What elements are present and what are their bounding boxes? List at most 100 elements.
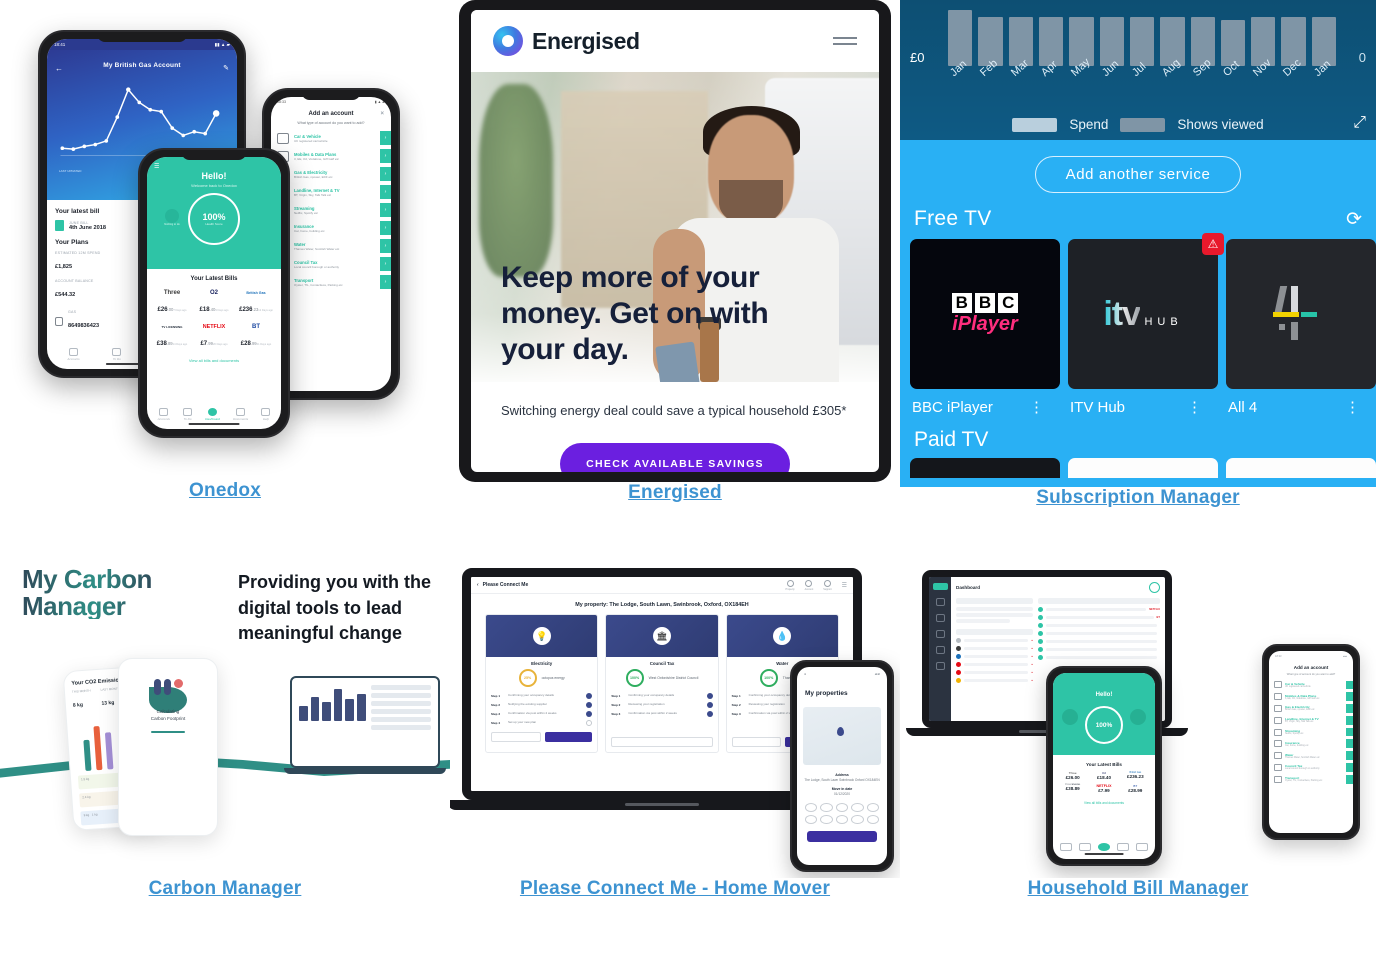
- service-tile-bbc-iplayer[interactable]: BBC iPlayer BBC iPlayer ⋮: [910, 239, 1060, 416]
- sidebar-icon-documents[interactable]: [935, 646, 945, 654]
- view-all-link[interactable]: View all bills and documents: [147, 358, 281, 363]
- nav-account[interactable]: Account: [805, 579, 813, 591]
- close-icon[interactable]: ×: [380, 111, 384, 117]
- utility-icon[interactable]: [835, 815, 849, 825]
- category-item[interactable]: Council Tax Local council borough or auth…: [1269, 761, 1353, 773]
- category-item-car[interactable]: Car & Vehicle UK registered car/vehicle ›: [271, 129, 391, 147]
- list-item[interactable]: ●: [956, 669, 1033, 675]
- list-item[interactable]: [1037, 623, 1160, 628]
- sidebar-icon-accounts[interactable]: [935, 614, 945, 622]
- utility-icon[interactable]: [820, 815, 833, 825]
- tab-documents[interactable]: Documents: [233, 408, 248, 421]
- edit-icon[interactable]: ✎: [223, 64, 229, 72]
- more-on-bill-button[interactable]: [491, 731, 541, 742]
- tab-accounts[interactable]: Accounts: [67, 348, 80, 361]
- chevron-right-icon[interactable]: [1346, 680, 1353, 690]
- product-link-household-bill-manager[interactable]: Household Bill Manager: [1028, 878, 1249, 899]
- product-link-please-connect-me[interactable]: Please Connect Me - Home Mover: [520, 878, 830, 899]
- category-item[interactable]: Mobiles & Data Plans 3, EE, O2, Vodafone,…: [1269, 691, 1353, 703]
- carbon-manager-thumbnail[interactable]: My Carbon Manager Providing you with the…: [0, 548, 450, 878]
- chevron-right-icon[interactable]: ›: [380, 185, 391, 199]
- list-item[interactable]: ●: [956, 645, 1033, 651]
- back-arrow-icon[interactable]: ‹: [477, 582, 479, 588]
- service-card-electricity[interactable]: 💡 Electricity 25% octopus energy Step 1 C…: [485, 614, 599, 753]
- add-another-service-button[interactable]: Add another service: [1034, 156, 1242, 193]
- tab-help[interactable]: [1135, 843, 1148, 851]
- more-on-bill-button[interactable]: [611, 736, 713, 747]
- kebab-menu-icon[interactable]: ⋮: [1187, 398, 1204, 416]
- back-arrow-icon[interactable]: ←: [55, 64, 63, 73]
- bill-tile[interactable]: BT £28.9921 Days ago: [236, 321, 276, 350]
- tab-accounts[interactable]: [1060, 843, 1073, 851]
- list-item[interactable]: ●: [956, 677, 1033, 683]
- product-link-onedox[interactable]: Onedox: [189, 480, 261, 501]
- list-item[interactable]: [1037, 647, 1160, 652]
- kebab-menu-icon[interactable]: ⋮: [1029, 398, 1046, 416]
- chevron-right-icon[interactable]: [1346, 751, 1353, 760]
- chevron-right-icon[interactable]: ›: [380, 221, 391, 235]
- onedox-thumbnail[interactable]: 18:41 ▮▮ ▲ ▰ ← ✎ My British Gas Account: [0, 0, 450, 480]
- list-item[interactable]: ●: [956, 661, 1033, 667]
- bill-tile[interactable]: British Gas £236.23: [1121, 771, 1150, 780]
- chevron-right-icon[interactable]: [1346, 774, 1353, 784]
- product-link-subscription-manager[interactable]: Subscription Manager: [1036, 487, 1240, 508]
- service-tile-placeholder[interactable]: [1068, 458, 1218, 478]
- tab-dashboard[interactable]: Dashboard: [205, 408, 220, 421]
- category-item[interactable]: Insurance Car, home, building etc: [1269, 738, 1353, 750]
- hamburger-menu-icon[interactable]: ☰: [154, 163, 159, 170]
- category-item-mobiles[interactable]: Mobiles & Data Plans 3, EE, O2, Vodafone,…: [271, 147, 391, 165]
- bill-tile[interactable]: TV LICENSING £38.8914 Days ago: [152, 321, 192, 350]
- utility-icon[interactable]: [805, 803, 818, 813]
- more-on-bill-button[interactable]: [731, 736, 782, 747]
- energised-thumbnail[interactable]: Energised Keep more of your money. Get o…: [450, 0, 900, 482]
- service-tile-itv-hub[interactable]: ⚠ itv HUB ITV Hub ⋮: [1068, 233, 1224, 416]
- chevron-right-icon[interactable]: ›: [380, 275, 391, 289]
- bill-tile[interactable]: Three £26.00: [1058, 771, 1087, 780]
- chevron-right-icon[interactable]: [1346, 739, 1353, 749]
- list-item[interactable]: ●: [956, 637, 1033, 643]
- sidebar-icon-settings[interactable]: [935, 662, 945, 670]
- chevron-right-icon[interactable]: ›: [380, 131, 391, 145]
- category-item[interactable]: Gas & Electricity British Gas, npower, ED…: [1269, 703, 1353, 715]
- sidebar-icon-bills[interactable]: [935, 630, 945, 638]
- nav-support[interactable]: Support: [823, 579, 832, 591]
- expand-arrows-icon[interactable]: ⤢: [1353, 114, 1366, 132]
- category-item[interactable]: Car & Vehicle UK registered car/vehicle: [1269, 679, 1353, 691]
- contact-supplier-button[interactable]: [544, 731, 593, 742]
- chevron-right-icon[interactable]: ›: [380, 149, 391, 163]
- view-all-link[interactable]: View all bills and documents: [1053, 801, 1155, 805]
- list-item[interactable]: BT: [1037, 615, 1160, 620]
- category-item[interactable]: Transport Oyster, TfL, Contactless, Parki…: [1269, 773, 1353, 785]
- chevron-right-icon[interactable]: ›: [380, 257, 391, 271]
- list-item[interactable]: [1037, 655, 1160, 660]
- kebab-menu-icon[interactable]: ⋮: [1345, 398, 1362, 416]
- energised-logo[interactable]: Energised: [493, 26, 640, 56]
- utility-icon[interactable]: [851, 803, 864, 813]
- service-card-council-tax[interactable]: 🏛 Council Tax 100% West Oxfordshire Dist…: [605, 614, 719, 753]
- utility-icon[interactable]: [866, 815, 879, 825]
- continue-button[interactable]: [807, 831, 877, 843]
- tab-dashboard[interactable]: [1097, 843, 1110, 851]
- chevron-right-icon[interactable]: ›: [380, 239, 391, 253]
- chevron-right-icon[interactable]: ›: [380, 203, 391, 217]
- utility-icon[interactable]: [805, 815, 818, 825]
- bill-tile[interactable]: NETFLIX £7.99: [1089, 784, 1118, 793]
- bill-tile[interactable]: BT £28.99: [1121, 784, 1150, 793]
- product-link-energised[interactable]: Energised: [628, 482, 722, 503]
- chevron-right-icon[interactable]: [1346, 715, 1353, 725]
- warning-badge-icon[interactable]: ⚠: [1202, 233, 1224, 255]
- utility-icon[interactable]: [866, 803, 879, 813]
- chevron-right-icon[interactable]: [1346, 704, 1353, 713]
- bottom-tab-bar[interactable]: [1053, 843, 1155, 851]
- chevron-right-icon[interactable]: [1346, 692, 1353, 702]
- bill-tile[interactable]: O2 £18.40: [1089, 771, 1118, 780]
- chevron-right-icon[interactable]: [1346, 762, 1353, 772]
- list-item[interactable]: [1037, 631, 1160, 636]
- bill-tile[interactable]: TV LICENSING £38.89: [1058, 784, 1087, 793]
- chevron-right-icon[interactable]: [1346, 727, 1353, 737]
- property-map[interactable]: [803, 707, 881, 765]
- category-item[interactable]: Streaming Netflix, Spotify etc: [1269, 726, 1353, 738]
- category-item[interactable]: Landline, Internet & TV BT, Virgin, Sky, …: [1269, 714, 1353, 726]
- service-tile-all-4[interactable]: All 4 ⋮: [1226, 239, 1376, 416]
- subscription-manager-thumbnail[interactable]: £0 0 Jan Feb Mar Apr May Jun Jul Aug Sep…: [900, 0, 1376, 487]
